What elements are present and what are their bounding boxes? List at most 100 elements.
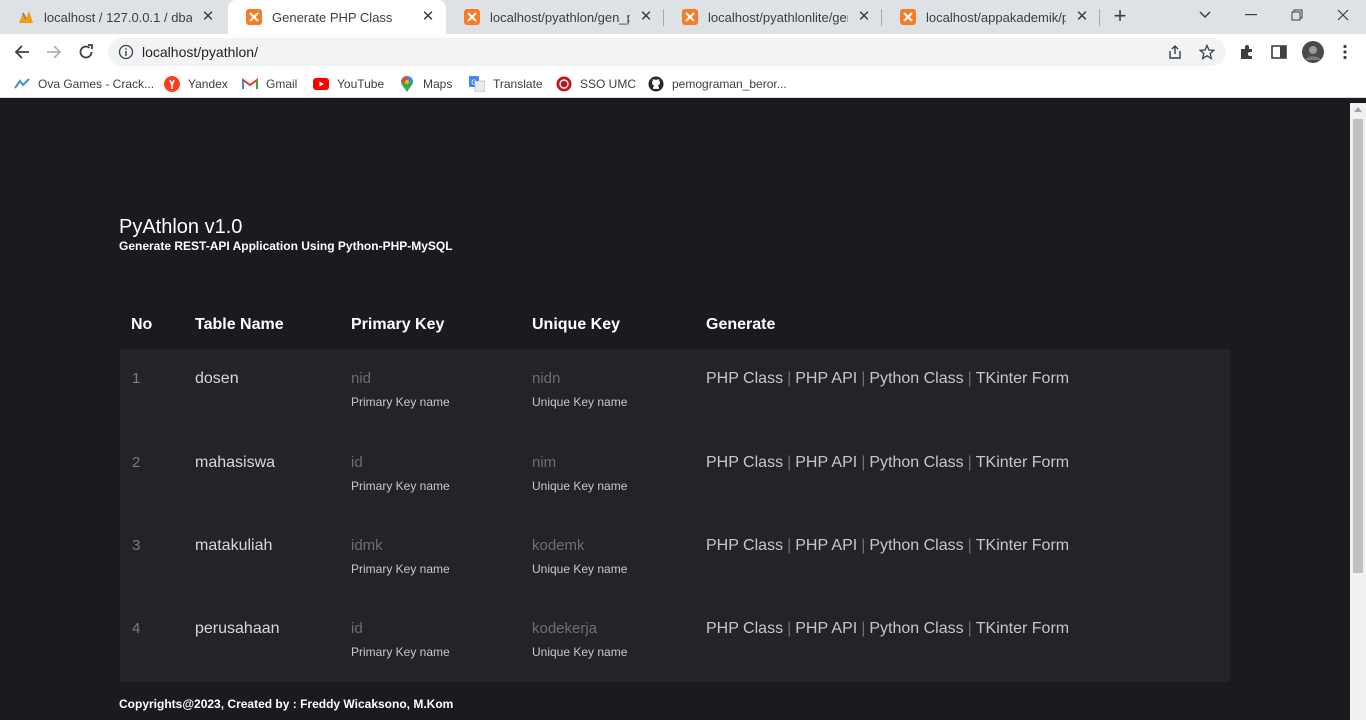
python-class-link[interactable]: Python Class xyxy=(869,370,963,387)
vertical-scrollbar[interactable] xyxy=(1350,103,1366,720)
xampp-icon xyxy=(682,9,698,25)
php-class-link[interactable]: PHP Class xyxy=(706,537,783,554)
reload-icon xyxy=(79,44,93,59)
bookmark-yandex[interactable]: Yandex xyxy=(164,75,228,93)
primary-key-label: Primary Key name xyxy=(351,479,450,493)
link-separator: | xyxy=(967,620,972,637)
header-table-name: Table Name xyxy=(195,316,284,333)
tkinter-form-link[interactable]: TKinter Form xyxy=(976,454,1069,471)
primary-key-value: nid xyxy=(351,370,372,387)
close-icon[interactable]: ✕ xyxy=(1074,9,1090,25)
close-window-button[interactable] xyxy=(1320,0,1366,30)
address-url[interactable]: localhost/pyathlon/ xyxy=(142,44,258,60)
new-tab-button[interactable]: + xyxy=(1108,5,1132,29)
php-class-link[interactable]: PHP Class xyxy=(706,370,783,387)
link-separator: | xyxy=(861,454,866,471)
forward-button[interactable] xyxy=(40,38,68,66)
youtube-icon xyxy=(313,76,329,92)
scrollbar-thumb[interactable] xyxy=(1353,119,1363,573)
bookmark-label: Maps xyxy=(423,77,453,91)
bookmark-translate[interactable]: G Translate xyxy=(469,75,543,93)
kebab-menu-icon xyxy=(1343,44,1347,60)
php-class-link[interactable]: PHP Class xyxy=(706,620,783,637)
tab-generate-php-class[interactable]: Generate PHP Class ✕ xyxy=(228,0,446,34)
close-icon[interactable]: ✕ xyxy=(420,9,436,25)
table-name: perusahaan xyxy=(195,620,280,637)
close-icon xyxy=(1337,9,1349,21)
restore-button[interactable] xyxy=(1274,0,1320,30)
bookmark-sso-umc[interactable]: SSO UMC xyxy=(556,75,636,93)
avatar-icon xyxy=(1302,41,1324,63)
back-button[interactable] xyxy=(8,38,36,66)
tab-title: localhost/pyathlon/gen_py_c xyxy=(490,9,630,25)
bookmark-label: Translate xyxy=(493,77,543,91)
browser-toolbar: localhost/pyathlon/ xyxy=(0,34,1366,70)
restore-icon xyxy=(1291,9,1303,21)
link-separator: | xyxy=(787,620,792,637)
extensions-button[interactable] xyxy=(1237,42,1257,62)
reload-button[interactable] xyxy=(72,38,100,66)
phpmyadmin-icon xyxy=(18,9,34,25)
close-icon[interactable]: ✕ xyxy=(638,9,654,25)
tkinter-form-link[interactable]: TKinter Form xyxy=(976,537,1069,554)
unique-key-value: kodekerja xyxy=(532,620,598,637)
primary-key-label: Primary Key name xyxy=(351,395,450,409)
share-icon xyxy=(1169,45,1181,59)
close-icon[interactable]: ✕ xyxy=(856,9,872,25)
bookmark-label: YouTube xyxy=(337,77,385,91)
tab-gen-py[interactable]: localhost/pyathlon/gen_py_c ✕ xyxy=(446,0,664,34)
tab-phpmyadmin[interactable]: localhost / 127.0.0.1 / dbapi ✕ xyxy=(0,0,226,34)
primary-key-value: id xyxy=(351,620,363,637)
scroll-up-arrow-icon[interactable] xyxy=(1354,107,1362,112)
tab-title: localhost / 127.0.0.1 / dbapi xyxy=(44,9,192,25)
php-api-link[interactable]: PHP API xyxy=(795,454,857,471)
bookmark-youtube[interactable]: YouTube xyxy=(313,75,384,93)
python-class-link[interactable]: Python Class xyxy=(869,620,963,637)
tab-separator xyxy=(1099,9,1100,26)
tab-pyathlonlite[interactable]: localhost/pyathlonlite/gen_p ✕ xyxy=(664,0,882,34)
side-panel-button[interactable] xyxy=(1269,42,1289,62)
generate-links: PHP Class | PHP API | Python Class | TKinter F… xyxy=(706,620,1069,638)
bookmark-github[interactable]: pemograman_beror... xyxy=(648,75,787,93)
link-separator: | xyxy=(787,537,792,554)
yandex-icon xyxy=(164,76,180,92)
minimize-icon xyxy=(1245,14,1257,16)
php-api-link[interactable]: PHP API xyxy=(795,370,857,387)
header-primary-key: Primary Key xyxy=(351,316,445,333)
python-class-link[interactable]: Python Class xyxy=(869,454,963,471)
link-separator: | xyxy=(967,537,972,554)
php-api-link[interactable]: PHP API xyxy=(795,537,857,554)
unique-key-value: nim xyxy=(532,454,557,471)
header-generate: Generate xyxy=(706,316,776,333)
bookmark-label: pemograman_beror... xyxy=(672,77,787,91)
bookmark-label: SSO UMC xyxy=(580,77,637,91)
bookmark-ovagames[interactable]: Ova Games - Crack... xyxy=(14,75,154,93)
generate-links: PHP Class | PHP API | Python Class | TKinter F… xyxy=(706,370,1069,388)
tkinter-form-link[interactable]: TKinter Form xyxy=(976,620,1069,637)
unique-key-label: Unique Key name xyxy=(532,479,628,493)
menu-button[interactable] xyxy=(1335,42,1355,62)
php-api-link[interactable]: PHP API xyxy=(795,620,857,637)
close-icon[interactable]: ✕ xyxy=(200,9,216,25)
primary-key-label: Primary Key name xyxy=(351,645,450,659)
link-separator: | xyxy=(861,370,866,387)
bookmark-gmail[interactable]: Gmail xyxy=(242,75,297,93)
row-number: 4 xyxy=(132,620,141,637)
tab-appakademik[interactable]: localhost/appakademik/peru ✕ xyxy=(882,0,1100,34)
tkinter-form-link[interactable]: TKinter Form xyxy=(976,370,1069,387)
table-name: mahasiswa xyxy=(195,454,276,471)
php-class-link[interactable]: PHP Class xyxy=(706,454,783,471)
header-unique-key: Unique Key xyxy=(532,316,621,333)
table-name: matakuliah xyxy=(195,537,273,554)
address-bar[interactable]: localhost/pyathlon/ xyxy=(108,38,1226,66)
puzzle-icon xyxy=(1241,45,1252,59)
row-number: 3 xyxy=(132,537,141,554)
minimize-button[interactable] xyxy=(1228,0,1274,30)
bookmark-maps[interactable]: Maps xyxy=(399,75,452,93)
browser-tabstrip: localhost / 127.0.0.1 / dbapi ✕ Generate… xyxy=(0,0,1366,34)
profile-avatar[interactable] xyxy=(1301,40,1325,64)
python-class-link[interactable]: Python Class xyxy=(869,537,963,554)
generate-links: PHP Class | PHP API | Python Class | TKinter F… xyxy=(706,454,1069,472)
tab-search-button[interactable] xyxy=(1182,0,1228,30)
tab-title: localhost/pyathlonlite/gen_p xyxy=(708,9,848,25)
